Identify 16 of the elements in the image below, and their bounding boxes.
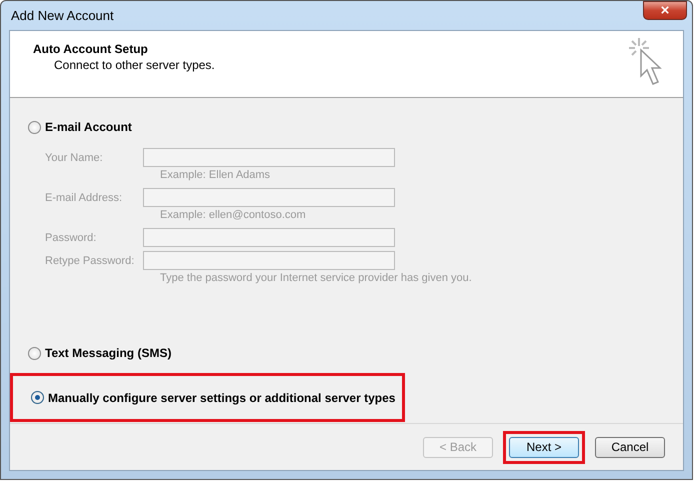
header-title: Auto Account Setup — [33, 42, 149, 56]
radio-option[interactable]: Manually configure server settings or additional server types — [31, 390, 396, 404]
field-label: Password: — [45, 232, 98, 244]
window-title: Add New Account — [11, 8, 114, 23]
radio-option[interactable]: E-mail Account — [28, 120, 132, 134]
field-label: Retype Password: — [45, 254, 136, 266]
radio-option[interactable]: Text Messaging (SMS) — [28, 346, 172, 360]
dialog-button[interactable]: Cancel — [595, 436, 665, 458]
hint-text: Type the password your Internet service provider has given you. — [160, 272, 473, 284]
header-subtitle: Connect to other server types. — [53, 58, 215, 72]
hint-text: Example: ellen@contoso.com — [160, 209, 307, 221]
field-label: Your Name: — [45, 152, 104, 164]
field-label: E-mail Address: — [45, 192, 124, 204]
close-button[interactable]: × — [643, 1, 687, 20]
hint-text: Example: Ellen Adams — [160, 169, 272, 181]
dialog-button[interactable]: Next > — [509, 436, 579, 458]
